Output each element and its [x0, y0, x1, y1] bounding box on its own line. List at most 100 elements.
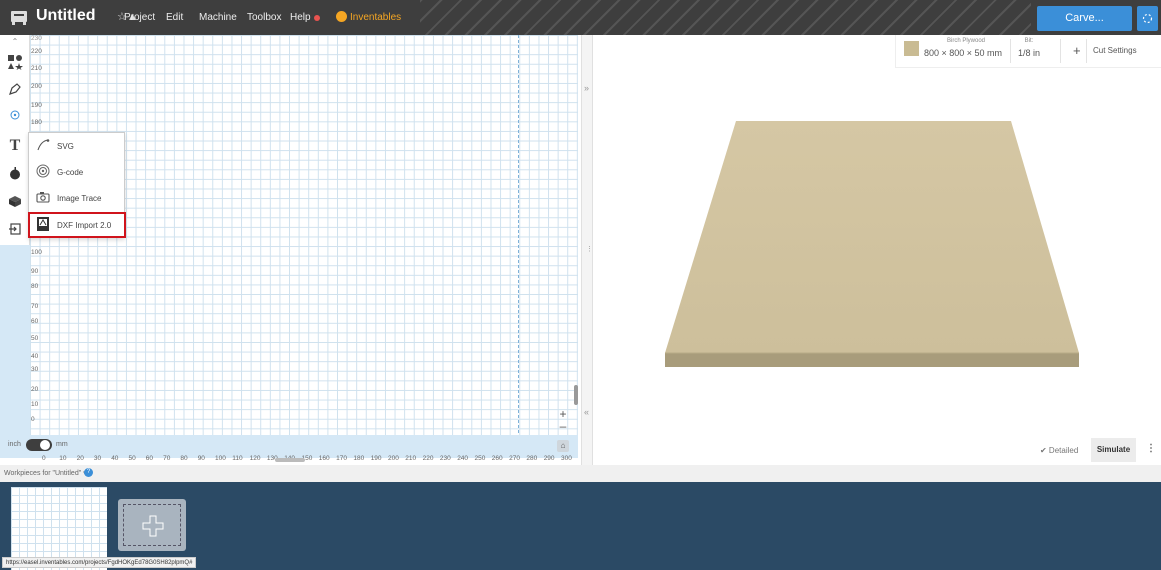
menu-help[interactable]: Help — [290, 12, 311, 23]
zoom-slider[interactable] — [574, 385, 578, 405]
cube-icon — [9, 196, 21, 207]
target-tool[interactable] — [0, 103, 30, 129]
x-tick-label: 170 — [336, 455, 347, 462]
easel-logo-icon[interactable] — [10, 8, 28, 26]
y-tick-label: 70 — [31, 303, 39, 310]
expand-left-icon[interactable]: « — [584, 407, 589, 417]
camera-icon — [36, 192, 50, 203]
expand-right-icon[interactable]: » — [584, 83, 589, 93]
import-tool[interactable] — [0, 217, 30, 243]
x-tick-label: 230 — [439, 455, 451, 462]
tool-palette: ⌃ T — [0, 35, 30, 245]
x-tick-label: 60 — [145, 455, 154, 462]
collapse-up-icon[interactable]: ⌃ — [0, 35, 30, 49]
x-tick-label: 80 — [180, 455, 188, 462]
x-tick-label: 200 — [388, 455, 399, 462]
y-tick-label: 50 — [31, 335, 39, 342]
x-tick-label: 30 — [93, 455, 102, 462]
help-notification-dot — [314, 15, 320, 21]
inventables-link[interactable]: Inventables — [350, 12, 401, 23]
inventables-icon — [336, 11, 347, 22]
material-swatch[interactable] — [904, 41, 919, 56]
shapes-icon — [8, 55, 23, 70]
machine-connect-button[interactable] — [1137, 6, 1158, 31]
reset-view-icon[interactable]: ⌂ — [557, 440, 569, 452]
x-tick-label: 260 — [491, 455, 503, 462]
workpieces-label[interactable]: Workpieces for "Untitled" ▾ — [4, 469, 87, 477]
pen-icon — [9, 83, 21, 95]
material-name[interactable]: Birch Plywood — [926, 38, 1006, 44]
pen-tool[interactable] — [0, 77, 30, 103]
y-tick-label: 40 — [31, 353, 39, 360]
3d-tool[interactable] — [0, 189, 30, 215]
dxf-file-icon — [37, 217, 49, 231]
add-workpiece-frame — [123, 504, 181, 546]
shapes-tool[interactable] — [0, 49, 30, 75]
y-tick-label: 30 — [31, 366, 39, 373]
simulate-button[interactable]: Simulate — [1091, 438, 1136, 462]
unit-toggle-knob — [40, 440, 50, 450]
menu-project[interactable]: Project — [124, 12, 155, 23]
help-icon[interactable]: ? — [84, 468, 93, 477]
separator — [1086, 39, 1087, 63]
x-tick-label: 50 — [128, 455, 136, 462]
x-tick-label: 290 — [543, 455, 555, 462]
import-svg-label: SVG — [57, 142, 74, 151]
import-dxf-item[interactable]: DXF Import 2.0 — [28, 212, 126, 238]
bit-value[interactable]: 1/8 in — [1012, 48, 1046, 58]
import-gcode-label: G-code — [57, 168, 84, 177]
top-bar: Untitled ☆▲ Project Edit Machine Toolbox… — [0, 0, 1161, 35]
material-size[interactable]: 800 × 800 × 50 mm — [924, 48, 1002, 58]
plus-outline-icon — [142, 515, 164, 537]
x-tick-label: 110 — [232, 455, 243, 462]
x-tick-label: 180 — [353, 455, 365, 462]
y-tick-label: 0 — [31, 416, 35, 423]
y-tick-label: 180 — [31, 119, 42, 126]
x-tick-label: 220 — [422, 455, 434, 462]
import-svg-item[interactable]: SVG — [29, 133, 126, 159]
add-workpiece-button[interactable] — [118, 499, 186, 551]
menu-machine[interactable]: Machine — [199, 12, 237, 23]
y-tick-label: 90 — [31, 268, 39, 275]
carve-button[interactable]: Carve... — [1037, 6, 1132, 31]
x-tick-label: 190 — [370, 455, 382, 462]
import-image-trace-item[interactable]: Image Trace — [29, 185, 126, 211]
y-tick-label: 190 — [31, 102, 42, 109]
material-3d-preview[interactable] — [663, 115, 1083, 375]
apps-tool[interactable] — [0, 161, 30, 187]
preview-pane: Birch Plywood 800 × 800 × 50 mm Bit: 1/8… — [593, 35, 1161, 465]
menu-toolbox[interactable]: Toolbox — [247, 12, 281, 23]
y-tick-label: 10 — [31, 401, 39, 408]
x-tick-label: 300 — [561, 455, 572, 462]
separator — [1010, 39, 1011, 63]
separator — [1060, 39, 1061, 63]
x-tick-label: 210 — [405, 455, 417, 462]
import-image-trace-label: Image Trace — [57, 194, 102, 203]
material-edge-guide — [518, 35, 519, 453]
bit-label: Bit: — [1024, 38, 1034, 44]
menu-edit[interactable]: Edit — [166, 12, 183, 23]
x-tick-label: 40 — [111, 455, 119, 462]
y-tick-label: 80 — [31, 283, 39, 290]
add-bit-button[interactable]: + — [1073, 43, 1081, 58]
project-title[interactable]: Untitled — [36, 7, 96, 25]
zoom-out-button[interactable]: – — [557, 419, 569, 433]
unit-inch-label: inch — [8, 441, 21, 448]
y-tick-label: 60 — [31, 318, 39, 325]
import-dxf-label: DXF Import 2.0 — [57, 221, 112, 230]
gcode-spiral-icon — [36, 164, 50, 178]
x-tick-label: 250 — [474, 455, 486, 462]
x-tick-label: 20 — [76, 455, 84, 462]
x-tick-label: 240 — [457, 455, 469, 462]
drag-grip-icon[interactable]: ⋮ — [586, 245, 593, 253]
text-tool-icon[interactable]: T — [0, 133, 30, 159]
more-options-icon[interactable]: ⋮ — [1146, 443, 1156, 454]
pane-divider[interactable]: » ⋮ « — [581, 35, 593, 465]
x-tick-label: 270 — [509, 455, 520, 462]
import-gcode-item[interactable]: G-code — [29, 159, 126, 185]
unit-toggle[interactable] — [26, 439, 52, 451]
workpieces-resize-handle[interactable] — [275, 458, 305, 462]
y-tick-label: 20 — [31, 386, 39, 393]
cut-settings-button[interactable]: Cut Settings — [1093, 46, 1137, 55]
detailed-toggle[interactable]: ✔ Detailed — [1040, 446, 1078, 455]
